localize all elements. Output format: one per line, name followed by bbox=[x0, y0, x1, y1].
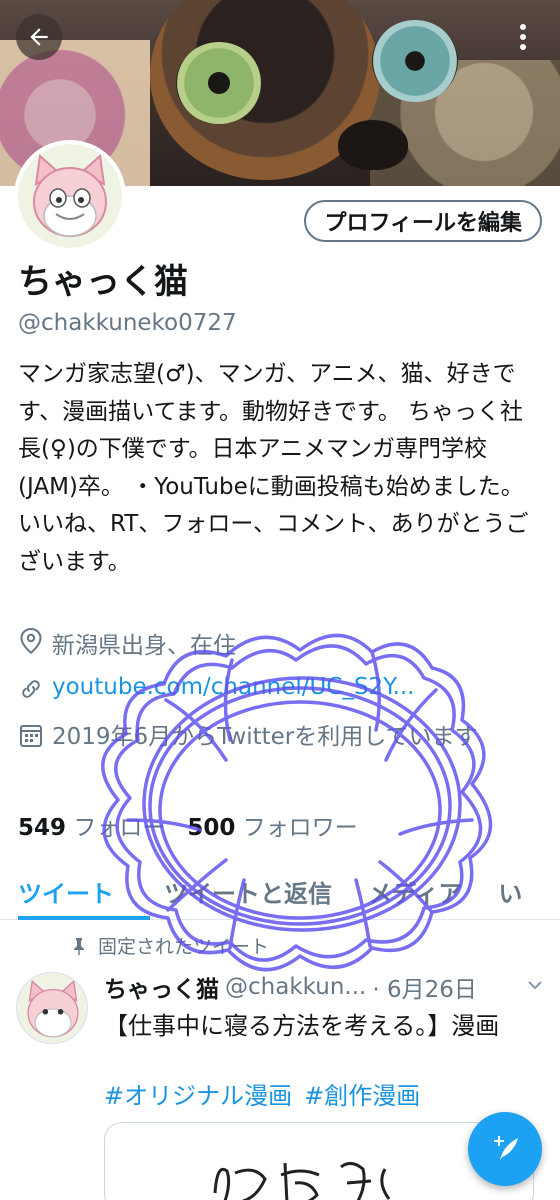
tweet-hashtags: #オリジナル漫画 #創作漫画 bbox=[104, 1076, 420, 1111]
profile-tabs: ツイート ツイートと返信 メディア い bbox=[0, 864, 560, 920]
hashtag-link[interactable]: #創作漫画 bbox=[304, 1076, 420, 1111]
followers-count: 500 bbox=[187, 815, 236, 841]
tweet-text: 【仕事中に寝る方法を考える。】漫画 bbox=[104, 1012, 500, 1040]
tweet-date: · 6月26日 bbox=[372, 977, 477, 1003]
profile-handle: @chakkuneko0727 bbox=[18, 310, 237, 336]
banner-cat-eye-right bbox=[372, 20, 458, 102]
calendar-icon bbox=[18, 720, 44, 750]
tab-tweets[interactable]: ツイート bbox=[18, 864, 150, 920]
cat-character-illustration bbox=[27, 979, 79, 1038]
follow-stats: 549 フォロー 500 フォロワー bbox=[18, 808, 358, 842]
banner-cat-nose bbox=[338, 120, 408, 170]
pinned-label-row: 固定されたツイート bbox=[72, 932, 269, 959]
tab-media[interactable]: メディア bbox=[368, 864, 462, 920]
profile-name: ちゃっく猫 bbox=[18, 262, 188, 302]
following-count: 549 bbox=[18, 815, 67, 841]
location-text: 新潟県出身、在住 bbox=[52, 633, 236, 659]
compose-tweet-button[interactable] bbox=[468, 1112, 542, 1186]
tab-tweets-and-replies[interactable]: ツイートと返信 bbox=[164, 864, 332, 920]
joined-text: 2019年6月からTwitterを利用しています bbox=[52, 724, 478, 750]
edit-profile-button[interactable]: プロフィールを編集 bbox=[304, 200, 542, 242]
following-label: フォロー bbox=[73, 815, 166, 841]
more-vertical-icon bbox=[520, 24, 526, 50]
tweet-header: ちゃっく猫 @chakkun... · 6月26日 bbox=[104, 970, 544, 1004]
compose-tweet-icon bbox=[494, 1136, 518, 1160]
followers-stat[interactable]: 500 フォロワー bbox=[187, 808, 357, 842]
profile-link-row[interactable]: youtube.com/channel/UC_S2Y... bbox=[18, 674, 415, 704]
link-icon bbox=[18, 674, 44, 704]
avatar-illustration bbox=[18, 144, 122, 248]
following-stat[interactable]: 549 フォロー bbox=[18, 808, 165, 842]
hashtag-link[interactable]: #オリジナル漫画 bbox=[104, 1076, 292, 1111]
pinned-label: 固定されたツイート bbox=[98, 936, 270, 958]
chevron-down-icon[interactable] bbox=[526, 974, 544, 1000]
more-menu-button[interactable] bbox=[500, 14, 546, 60]
profile-location: 新潟県出身、在住 bbox=[18, 626, 236, 660]
tab-likes[interactable]: い bbox=[498, 864, 522, 920]
pin-icon bbox=[74, 937, 84, 955]
followers-label: フォロワー bbox=[242, 815, 358, 841]
profile-joined: 2019年6月からTwitterを利用しています bbox=[18, 720, 538, 754]
profile-avatar[interactable] bbox=[14, 140, 126, 252]
profile-link[interactable]: youtube.com/channel/UC_S2Y... bbox=[52, 674, 415, 700]
back-button[interactable] bbox=[16, 14, 62, 60]
tweet-author-name[interactable]: ちゃっく猫 bbox=[104, 970, 219, 1004]
location-pin-icon bbox=[18, 626, 44, 656]
cat-character-illustration bbox=[33, 154, 107, 237]
banner-cat-eye-left bbox=[176, 42, 262, 124]
tweet-author-handle[interactable]: @chakkun... bbox=[225, 974, 366, 1000]
profile-bio: マンガ家志望(♂)、マンガ、アニメ、猫、好きです、漫画描いてます。動物好きです。… bbox=[18, 361, 529, 575]
arrow-left-icon bbox=[30, 28, 48, 46]
tweet-avatar[interactable] bbox=[16, 972, 88, 1044]
